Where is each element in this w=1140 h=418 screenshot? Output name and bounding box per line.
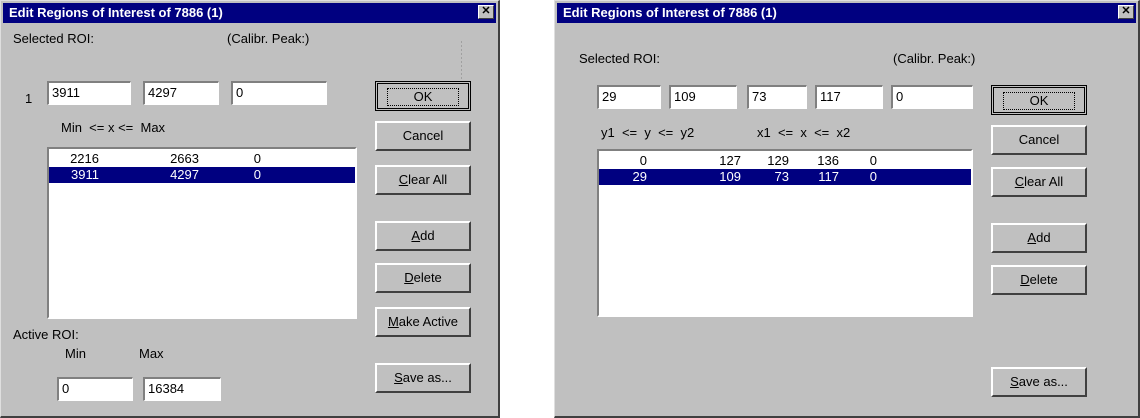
clear-all-button[interactable]: Clear All <box>991 167 1087 197</box>
calibr-peak-label: (Calibr. Peak:) <box>893 51 976 66</box>
active-max-input[interactable]: 16384 <box>143 377 221 401</box>
list-cell: 0 <box>253 167 261 182</box>
resize-grip <box>461 41 462 81</box>
list-cell: 2216 <box>70 151 99 166</box>
title-bar: Edit Regions of Interest of 7886 (1) ✕ <box>557 3 1136 23</box>
list-cell: 3911 <box>71 167 99 182</box>
dialog-title: Edit Regions of Interest of 7886 (1) <box>563 5 777 20</box>
calibr-peak-input[interactable]: 0 <box>891 85 973 109</box>
range-caption: Min <= x <= Max <box>61 120 166 135</box>
delete-button[interactable]: Delete <box>375 263 471 293</box>
delete-button[interactable]: Delete <box>991 265 1087 295</box>
list-cell: 117 <box>818 169 839 184</box>
list-cell: 0 <box>869 169 877 184</box>
x-range-caption: x1 <= x <= x2 <box>757 125 851 140</box>
list-cell: 2663 <box>170 151 199 166</box>
roi-list[interactable]: 2216 2663 0 3911 4297 0 <box>47 147 357 319</box>
edit-roi-dialog-2d: Edit Regions of Interest of 7886 (1) ✕ S… <box>554 0 1140 418</box>
list-cell: 29 <box>632 169 647 184</box>
list-cell: 4297 <box>170 167 199 182</box>
selected-roi-label: Selected ROI: <box>579 51 660 66</box>
add-button[interactable]: Add <box>991 223 1087 253</box>
add-button[interactable]: Add <box>375 221 471 251</box>
cancel-button[interactable]: Cancel <box>991 125 1087 155</box>
save-as-button[interactable]: Save as... <box>375 363 471 393</box>
roi-x2-input[interactable]: 117 <box>815 85 883 109</box>
ok-button[interactable]: OK <box>991 85 1087 115</box>
roi-row-index: 1 <box>25 91 33 106</box>
selected-roi-label: Selected ROI: <box>13 31 94 46</box>
dialog-title: Edit Regions of Interest of 7886 (1) <box>9 5 223 20</box>
roi-y2-input[interactable]: 109 <box>669 85 737 109</box>
list-item[interactable]: 2216 2663 0 <box>49 151 355 167</box>
edit-roi-dialog-1d: Edit Regions of Interest of 7886 (1) ✕ S… <box>0 0 500 418</box>
calibr-peak-input[interactable]: 0 <box>231 81 327 105</box>
roi-min-input[interactable]: 3911 <box>47 81 131 105</box>
make-active-button[interactable]: Make Active <box>375 307 471 337</box>
list-cell: 0 <box>869 153 877 168</box>
active-roi-label: Active ROI: <box>13 327 79 342</box>
close-icon[interactable]: ✕ <box>478 5 494 19</box>
list-cell: 73 <box>774 169 789 184</box>
active-min-label: Min <box>65 346 86 361</box>
list-cell: 109 <box>719 169 741 184</box>
list-cell: 0 <box>253 151 261 166</box>
clear-all-button[interactable]: Clear All <box>375 165 471 195</box>
list-cell: 127 <box>719 153 741 168</box>
list-cell: 129 <box>767 153 789 168</box>
close-icon[interactable]: ✕ <box>1118 5 1134 19</box>
title-bar: Edit Regions of Interest of 7886 (1) ✕ <box>3 3 496 23</box>
list-item[interactable]: 29 109 73 117 0 <box>599 169 971 185</box>
list-item[interactable]: 3911 4297 0 <box>49 167 355 183</box>
active-max-label: Max <box>139 346 164 361</box>
cancel-button[interactable]: Cancel <box>375 121 471 151</box>
list-cell: 136 <box>817 153 839 168</box>
roi-y1-input[interactable]: 29 <box>597 85 661 109</box>
list-cell: 0 <box>639 153 647 168</box>
ok-button[interactable]: OK <box>375 81 471 111</box>
y-range-caption: y1 <= y <= y2 <box>601 125 695 140</box>
roi-list[interactable]: 0 127 129 136 0 29 109 73 117 0 <box>597 149 973 317</box>
calibr-peak-label: (Calibr. Peak:) <box>227 31 310 46</box>
roi-max-input[interactable]: 4297 <box>143 81 219 105</box>
roi-x1-input[interactable]: 73 <box>747 85 807 109</box>
save-as-button[interactable]: Save as... <box>991 367 1087 397</box>
active-min-input[interactable]: 0 <box>57 377 133 401</box>
list-item[interactable]: 0 127 129 136 0 <box>599 153 971 169</box>
